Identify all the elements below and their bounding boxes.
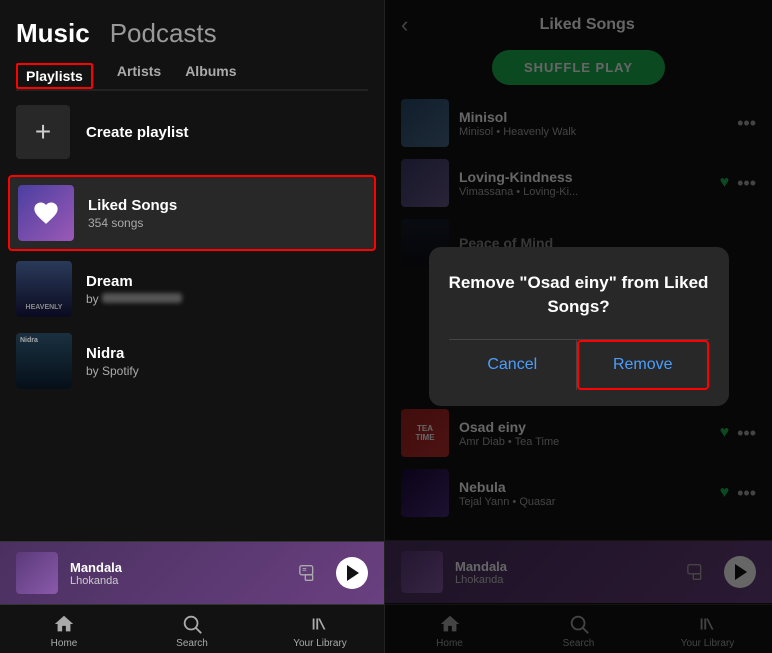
dream-thumb: HEAVENLY (16, 261, 72, 317)
plus-icon: + (16, 105, 70, 159)
nidra-item[interactable]: Nidra Nidra by Spotify (0, 325, 384, 397)
podcasts-title: Podcasts (110, 18, 217, 49)
liked-songs-name: Liked Songs (88, 197, 366, 214)
title-row: Music Podcasts (16, 18, 368, 49)
nav-search-label-left: Search (176, 638, 208, 649)
nav-home-label-left: Home (51, 638, 78, 649)
nidra-thumb: Nidra (16, 333, 72, 389)
search-icon-left (181, 613, 203, 635)
player-track-left: Mandala (70, 560, 286, 575)
modal-cancel-button[interactable]: Cancel (449, 340, 578, 390)
left-panel: Music Podcasts Playlists Artists Albums … (0, 0, 385, 653)
nidra-label-text: Nidra (20, 337, 38, 344)
liked-songs-item[interactable]: Liked Songs 354 songs (8, 175, 376, 251)
nidra-sub: by Spotify (86, 364, 368, 378)
player-info-left: Mandala Lhokanda (70, 560, 286, 587)
device-icon-left[interactable] (298, 562, 320, 584)
home-icon-left (53, 613, 75, 635)
dream-info: Dream by (86, 273, 368, 306)
play-icon-left (347, 565, 359, 581)
play-button-left[interactable] (336, 557, 368, 589)
modal-remove-button[interactable]: Remove (577, 340, 709, 390)
dream-name: Dream (86, 273, 368, 290)
modal-box: Remove "Osad einy" from Liked Songs? Can… (429, 247, 729, 406)
dream-item[interactable]: HEAVENLY Dream by (0, 253, 384, 325)
liked-songs-thumb (18, 185, 74, 241)
modal-title: Remove "Osad einy" from Liked Songs? (449, 271, 709, 319)
bottom-nav-left: Home Search Your Library (0, 604, 384, 653)
modal-buttons: Cancel Remove (449, 339, 709, 390)
tab-row: Playlists Artists Albums (16, 63, 368, 91)
dream-sub: by (86, 292, 368, 306)
dream-thumb-inner: HEAVENLY (16, 261, 72, 317)
music-title: Music (16, 18, 90, 49)
nidra-info: Nidra by Spotify (86, 345, 368, 378)
tab-artists[interactable]: Artists (117, 63, 161, 89)
nidra-name: Nidra (86, 345, 368, 362)
nav-search-left[interactable]: Search (162, 613, 222, 649)
playlist-list: + Create playlist Liked Songs 354 songs … (0, 91, 384, 541)
nav-library-label-left: Your Library (293, 638, 347, 649)
player-controls-left (298, 557, 368, 589)
modal-overlay: Remove "Osad einy" from Liked Songs? Can… (385, 0, 772, 653)
nav-home-left[interactable]: Home (34, 613, 94, 649)
nav-library-left[interactable]: Your Library (290, 613, 350, 649)
bottom-player-left: Mandala Lhokanda (0, 541, 384, 604)
left-header: Music Podcasts Playlists Artists Albums (0, 0, 384, 91)
create-playlist-label: Create playlist (86, 124, 189, 141)
tab-playlists[interactable]: Playlists (16, 63, 93, 89)
liked-songs-sub: 354 songs (88, 216, 366, 230)
library-icon-left (309, 613, 331, 635)
liked-songs-info: Liked Songs 354 songs (88, 197, 366, 230)
create-playlist-item[interactable]: + Create playlist (0, 91, 384, 173)
dream-author-blurred (102, 293, 182, 303)
heart-icon (32, 199, 60, 227)
player-artist-left: Lhokanda (70, 575, 286, 587)
player-thumb-left (16, 552, 58, 594)
right-panel: ‹ Liked Songs SHUFFLE PLAY Minisol Minis… (385, 0, 772, 653)
tab-albums[interactable]: Albums (185, 63, 236, 89)
